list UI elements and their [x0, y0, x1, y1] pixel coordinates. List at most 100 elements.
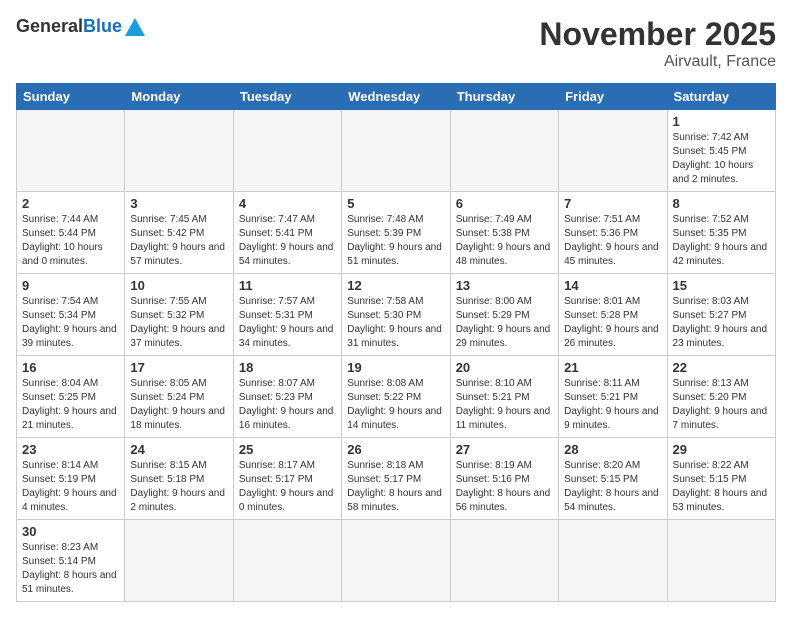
day-info: Sunrise: 8:11 AM Sunset: 5:21 PM Dayligh…	[564, 377, 661, 433]
day-number: 3	[130, 196, 227, 211]
day-info: Sunrise: 8:15 AM Sunset: 5:18 PM Dayligh…	[130, 459, 227, 515]
calendar-week-row: 2 Sunrise: 7:44 AM Sunset: 5:44 PM Daylig…	[17, 192, 776, 274]
calendar-day-cell: 20 Sunrise: 8:10 AM Sunset: 5:21 PM Dayli…	[450, 356, 558, 438]
logo-general-text: General	[16, 16, 83, 37]
day-info: Sunrise: 8:04 AM Sunset: 5:25 PM Dayligh…	[22, 377, 119, 433]
day-number: 8	[673, 196, 770, 211]
day-info: Sunrise: 7:57 AM Sunset: 5:31 PM Dayligh…	[239, 295, 336, 351]
calendar-day-cell: 9Sunrise: 7:54 AM Sunset: 5:34 PM Daylig…	[17, 274, 125, 356]
calendar-day-cell	[233, 110, 341, 192]
calendar-day-cell: 12 Sunrise: 7:58 AM Sunset: 5:30 PM Dayli…	[342, 274, 450, 356]
day-info: Sunrise: 8:00 AM Sunset: 5:29 PM Dayligh…	[456, 295, 553, 351]
day-number: 6	[456, 196, 553, 211]
day-number: 17	[130, 360, 227, 375]
calendar-day-cell	[233, 520, 341, 602]
day-info: Sunrise: 7:49 AM Sunset: 5:38 PM Dayligh…	[456, 213, 553, 269]
calendar-day-cell: 5 Sunrise: 7:48 AM Sunset: 5:39 PM Daylig…	[342, 192, 450, 274]
day-number: 12	[347, 278, 444, 293]
calendar-day-cell	[342, 520, 450, 602]
calendar-day-cell: 6 Sunrise: 7:49 AM Sunset: 5:38 PM Daylig…	[450, 192, 558, 274]
calendar-day-cell: 10 Sunrise: 7:55 AM Sunset: 5:32 PM Dayli…	[125, 274, 233, 356]
day-info: Sunrise: 7:48 AM Sunset: 5:39 PM Dayligh…	[347, 213, 444, 269]
day-number: 1	[673, 114, 770, 129]
title-section: November 2025 Airvault, France	[539, 16, 776, 71]
day-number: 22	[673, 360, 770, 375]
day-number: 4	[239, 196, 336, 211]
day-number: 18	[239, 360, 336, 375]
page: General Blue November 2025 Airvault, Fra…	[0, 0, 792, 618]
header-friday: Friday	[559, 84, 667, 110]
calendar-day-cell	[17, 110, 125, 192]
calendar-day-cell: 17Sunrise: 8:05 AM Sunset: 5:24 PM Dayli…	[125, 356, 233, 438]
header-thursday: Thursday	[450, 84, 558, 110]
calendar-day-cell	[559, 110, 667, 192]
month-year-title: November 2025	[539, 16, 776, 53]
calendar-day-cell: 28 Sunrise: 8:20 AM Sunset: 5:15 PM Dayli…	[559, 438, 667, 520]
header-monday: Monday	[125, 84, 233, 110]
calendar-day-cell: 24 Sunrise: 8:15 AM Sunset: 5:18 PM Dayli…	[125, 438, 233, 520]
calendar-week-row: 23 Sunrise: 8:14 AM Sunset: 5:19 PM Dayli…	[17, 438, 776, 520]
day-number: 13	[456, 278, 553, 293]
header-wednesday: Wednesday	[342, 84, 450, 110]
header-sunday: Sunday	[17, 84, 125, 110]
logo: General Blue	[16, 16, 145, 37]
day-number: 21	[564, 360, 661, 375]
day-info: Sunrise: 8:14 AM Sunset: 5:19 PM Dayligh…	[22, 459, 119, 515]
calendar-day-cell: 29Sunrise: 8:22 AM Sunset: 5:15 PM Dayli…	[667, 438, 775, 520]
day-info: Sunrise: 8:19 AM Sunset: 5:16 PM Dayligh…	[456, 459, 553, 515]
day-info: Sunrise: 8:03 AM Sunset: 5:27 PM Dayligh…	[673, 295, 770, 351]
day-number: 28	[564, 442, 661, 457]
day-info: Sunrise: 8:18 AM Sunset: 5:17 PM Dayligh…	[347, 459, 444, 515]
day-number: 14	[564, 278, 661, 293]
day-info: Sunrise: 7:51 AM Sunset: 5:36 PM Dayligh…	[564, 213, 661, 269]
calendar-day-cell: 4Sunrise: 7:47 AM Sunset: 5:41 PM Daylig…	[233, 192, 341, 274]
day-number: 11	[239, 278, 336, 293]
day-info: Sunrise: 8:20 AM Sunset: 5:15 PM Dayligh…	[564, 459, 661, 515]
calendar-day-cell: 30Sunrise: 8:23 AM Sunset: 5:14 PM Dayli…	[17, 520, 125, 602]
day-number: 20	[456, 360, 553, 375]
location-subtitle: Airvault, France	[539, 53, 776, 71]
calendar-day-cell	[125, 520, 233, 602]
day-info: Sunrise: 7:45 AM Sunset: 5:42 PM Dayligh…	[130, 213, 227, 269]
day-info: Sunrise: 7:52 AM Sunset: 5:35 PM Dayligh…	[673, 213, 770, 269]
calendar-day-cell: 8 Sunrise: 7:52 AM Sunset: 5:35 PM Daylig…	[667, 192, 775, 274]
calendar-day-cell: 1 Sunrise: 7:42 AM Sunset: 5:45 PM Daylig…	[667, 110, 775, 192]
day-number: 25	[239, 442, 336, 457]
day-number: 10	[130, 278, 227, 293]
day-info: Sunrise: 7:42 AM Sunset: 5:45 PM Dayligh…	[673, 131, 770, 187]
calendar-day-cell: 2 Sunrise: 7:44 AM Sunset: 5:44 PM Daylig…	[17, 192, 125, 274]
day-info: Sunrise: 7:58 AM Sunset: 5:30 PM Dayligh…	[347, 295, 444, 351]
weekday-header-row: Sunday Monday Tuesday Wednesday Thursday…	[17, 84, 776, 110]
day-info: Sunrise: 8:01 AM Sunset: 5:28 PM Dayligh…	[564, 295, 661, 351]
calendar-week-row: 1 Sunrise: 7:42 AM Sunset: 5:45 PM Daylig…	[17, 110, 776, 192]
calendar-day-cell: 7Sunrise: 7:51 AM Sunset: 5:36 PM Daylig…	[559, 192, 667, 274]
day-number: 30	[22, 524, 119, 539]
day-number: 24	[130, 442, 227, 457]
day-info: Sunrise: 7:55 AM Sunset: 5:32 PM Dayligh…	[130, 295, 227, 351]
calendar-day-cell: 19Sunrise: 8:08 AM Sunset: 5:22 PM Dayli…	[342, 356, 450, 438]
day-number: 29	[673, 442, 770, 457]
day-number: 5	[347, 196, 444, 211]
calendar-week-row: 30Sunrise: 8:23 AM Sunset: 5:14 PM Dayli…	[17, 520, 776, 602]
day-info: Sunrise: 7:44 AM Sunset: 5:44 PM Dayligh…	[22, 213, 119, 269]
calendar-day-cell: 11 Sunrise: 7:57 AM Sunset: 5:31 PM Dayli…	[233, 274, 341, 356]
logo-triangle-icon	[125, 18, 145, 36]
day-info: Sunrise: 8:10 AM Sunset: 5:21 PM Dayligh…	[456, 377, 553, 433]
calendar-day-cell: 21 Sunrise: 8:11 AM Sunset: 5:21 PM Dayli…	[559, 356, 667, 438]
day-number: 19	[347, 360, 444, 375]
calendar-day-cell: 18Sunrise: 8:07 AM Sunset: 5:23 PM Dayli…	[233, 356, 341, 438]
calendar-day-cell: 26Sunrise: 8:18 AM Sunset: 5:17 PM Dayli…	[342, 438, 450, 520]
calendar-day-cell	[342, 110, 450, 192]
header-saturday: Saturday	[667, 84, 775, 110]
day-number: 23	[22, 442, 119, 457]
header-tuesday: Tuesday	[233, 84, 341, 110]
calendar-day-cell	[667, 520, 775, 602]
calendar-day-cell: 16Sunrise: 8:04 AM Sunset: 5:25 PM Dayli…	[17, 356, 125, 438]
day-number: 27	[456, 442, 553, 457]
header: General Blue November 2025 Airvault, Fra…	[16, 16, 776, 71]
calendar-day-cell: 22Sunrise: 8:13 AM Sunset: 5:20 PM Dayli…	[667, 356, 775, 438]
calendar-day-cell: 14 Sunrise: 8:01 AM Sunset: 5:28 PM Dayli…	[559, 274, 667, 356]
day-info: Sunrise: 8:17 AM Sunset: 5:17 PM Dayligh…	[239, 459, 336, 515]
calendar-table: Sunday Monday Tuesday Wednesday Thursday…	[16, 83, 776, 602]
day-number: 2	[22, 196, 119, 211]
